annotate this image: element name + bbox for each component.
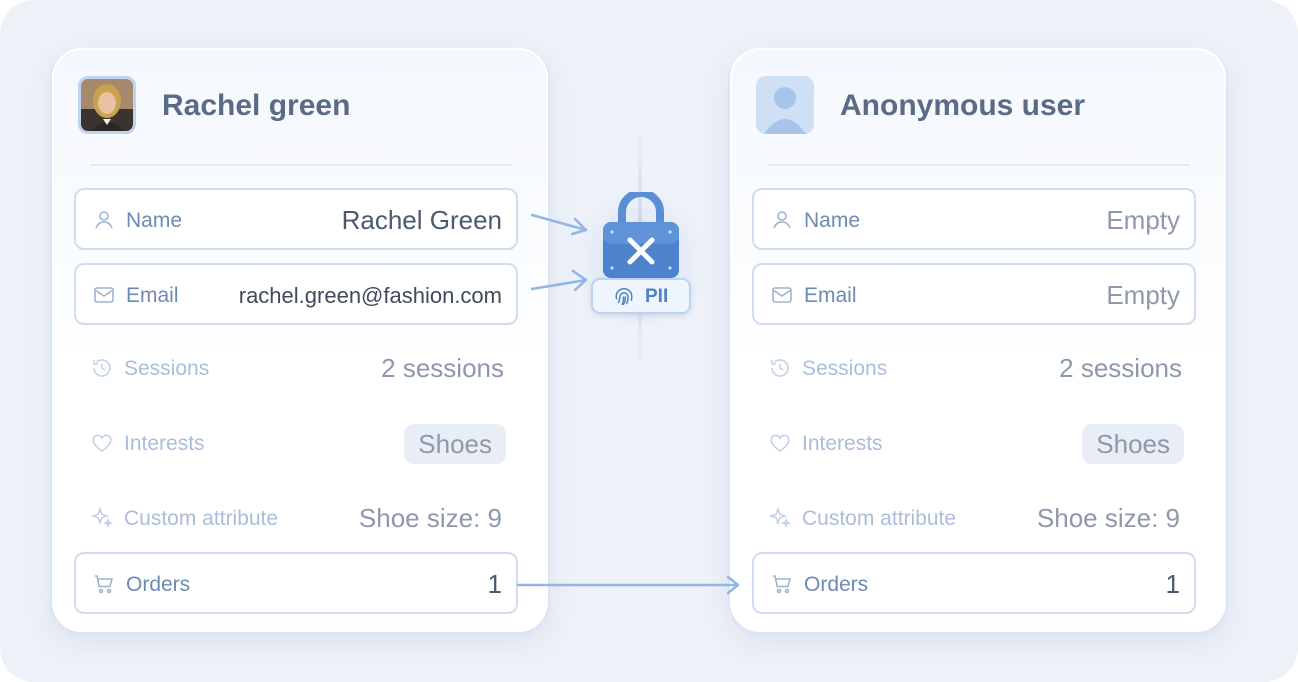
diagram-canvas: Rachel green Name Rachel Green Email rac… [0, 0, 1298, 682]
lock-x-icon [600, 189, 682, 282]
pii-label: PII [645, 286, 669, 307]
fingerprint-icon [615, 288, 633, 306]
flow-arrows [516, 213, 740, 595]
pii-badge: PII [591, 278, 691, 314]
